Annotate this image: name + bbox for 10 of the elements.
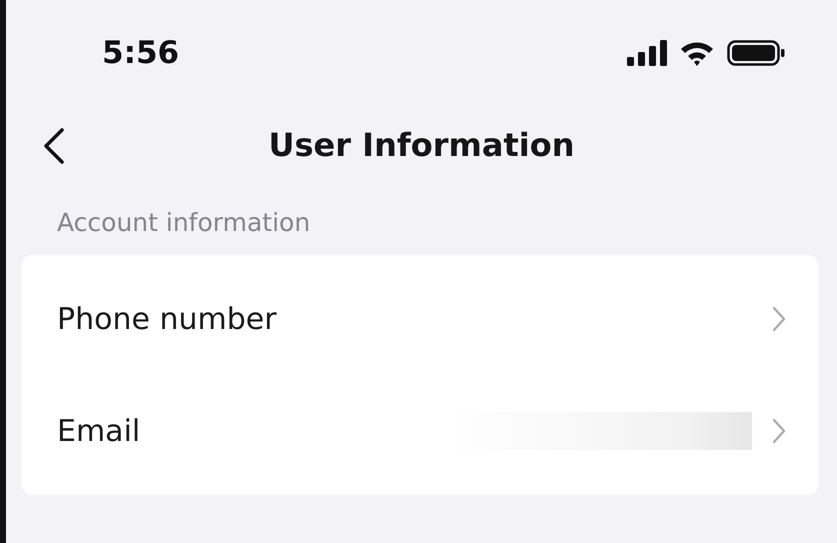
status-time: 5:56 bbox=[102, 35, 180, 71]
section-label: Account information bbox=[57, 208, 310, 237]
chevron-icon bbox=[772, 306, 786, 332]
signal-icon bbox=[627, 40, 667, 66]
chevron-icon bbox=[772, 418, 786, 444]
row-label[interactable]: Phone number bbox=[57, 302, 772, 336]
wifi-icon bbox=[679, 40, 715, 66]
battery-icon bbox=[727, 40, 785, 66]
row-label[interactable]: Email bbox=[57, 414, 438, 448]
page-title: User Information bbox=[268, 126, 574, 164]
